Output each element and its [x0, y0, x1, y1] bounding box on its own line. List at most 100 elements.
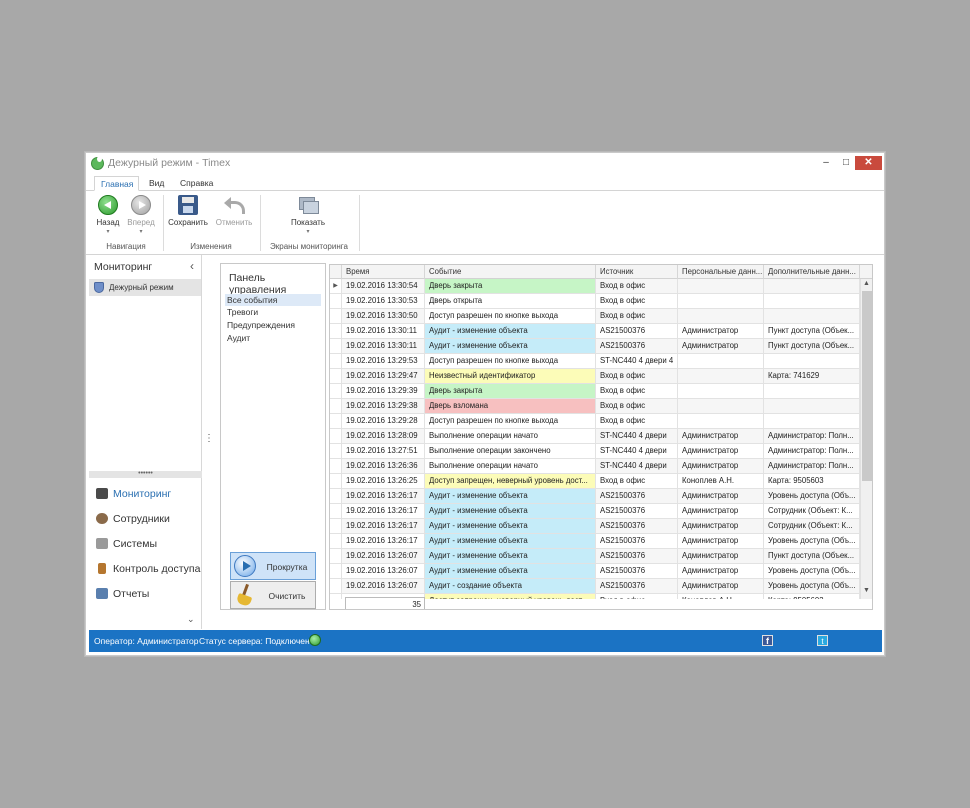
tab-help[interactable]: Справка: [174, 176, 219, 191]
tab-view[interactable]: Вид: [143, 176, 170, 191]
table-cell-personal: Администратор: [678, 504, 764, 518]
maximize-button[interactable]: □: [838, 156, 854, 170]
row-indicator: [330, 474, 342, 488]
table-cell-time: 19.02.2016 13:26:25: [342, 474, 425, 488]
table-row[interactable]: 19.02.2016 13:26:25 Доступ запрещен, неве…: [330, 474, 860, 489]
ribbon: Назад ▾ Вперед ▾ Навигация Сохранить Отм…: [86, 191, 884, 255]
table-row[interactable]: 19.02.2016 13:28:09 Выполнение операции н…: [330, 429, 860, 444]
group-screens-label: Экраны мониторинга: [270, 242, 348, 251]
shield-icon: [94, 282, 104, 293]
column-header-source[interactable]: Источник: [596, 265, 678, 279]
clear-button[interactable]: Очистить: [230, 581, 316, 609]
table-row[interactable]: 19.02.2016 13:29:38 Дверь взломана Вход в …: [330, 399, 860, 414]
table-cell-extra: Карта: 9505603: [764, 474, 860, 488]
table-row[interactable]: 19.02.2016 13:29:28 Доступ разрешен по кн…: [330, 414, 860, 429]
table-row[interactable]: 19.02.2016 13:29:39 Дверь закрыта Вход в о…: [330, 384, 860, 399]
table-cell-source: Вход в офис: [596, 279, 678, 293]
table-cell-event: Доступ разрешен по кнопке выхода: [425, 414, 596, 428]
table-cell-time: 19.02.2016 13:30:54: [342, 279, 425, 293]
column-header-extra[interactable]: Дополнительные данн...: [764, 265, 860, 279]
clear-button-label: Очистить: [268, 591, 306, 601]
filter-alarms[interactable]: Тревоги: [225, 306, 321, 318]
column-header-event[interactable]: Событие: [425, 265, 596, 279]
scroll-up-icon[interactable]: ▲: [863, 280, 870, 287]
door-icon: [98, 563, 106, 574]
column-header-time[interactable]: Время: [342, 265, 425, 279]
scroll-down-icon[interactable]: ▼: [863, 587, 870, 594]
nav-item-label: Сотрудники: [113, 513, 170, 525]
table-cell-event: Выполнение операции начато: [425, 429, 596, 443]
table-row[interactable]: ▶ 19.02.2016 13:30:54 Дверь закрыта Вход в …: [330, 279, 860, 294]
table-cell-time: 19.02.2016 13:29:53: [342, 354, 425, 368]
column-header-personal[interactable]: Персональные данн...: [678, 265, 764, 279]
table-cell-time: 19.02.2016 13:29:38: [342, 399, 425, 413]
table-cell-personal: Администратор: [678, 444, 764, 458]
facebook-icon[interactable]: f: [762, 635, 773, 646]
table-row[interactable]: 19.02.2016 13:30:50 Доступ разрешен по кн…: [330, 309, 860, 324]
filter-all-events[interactable]: Все события: [225, 294, 321, 306]
scroll-button[interactable]: Прокрутка: [230, 552, 316, 580]
table-cell-event: Аудит - изменение объекта: [425, 504, 596, 518]
table-cell-time: 19.02.2016 13:30:53: [342, 294, 425, 308]
table-cell-source: ST-NC440 4 двери: [596, 459, 678, 473]
table-row[interactable]: 19.02.2016 13:26:17 Аудит - изменение объ…: [330, 534, 860, 549]
show-button[interactable]: Показать ▾: [288, 195, 328, 235]
collapse-chevron-icon[interactable]: ‹: [190, 259, 194, 273]
table-row[interactable]: 19.02.2016 13:29:47 Неизвестный идентифик…: [330, 369, 860, 384]
table-row[interactable]: 19.02.2016 13:26:17 Аудит - изменение объ…: [330, 519, 860, 534]
minimize-button[interactable]: –: [818, 156, 834, 170]
row-indicator: [330, 489, 342, 503]
table-row[interactable]: 19.02.2016 13:26:07 Аудит - изменение объ…: [330, 549, 860, 564]
save-button[interactable]: Сохранить: [168, 195, 208, 227]
grid-header: Время Событие Источник Персональные данн…: [330, 265, 872, 279]
table-row[interactable]: 19.02.2016 13:26:07 Аудит - создание объе…: [330, 579, 860, 594]
nav-item-label: Системы: [113, 538, 157, 550]
control-panel-title: Панель управления: [229, 272, 287, 296]
broom-icon: [234, 584, 256, 606]
table-cell-time: 19.02.2016 13:26:07: [342, 579, 425, 593]
table-row[interactable]: 19.02.2016 13:26:07 Аудит - изменение объ…: [330, 564, 860, 579]
table-cell-extra: Сотрудник (Объект: К...: [764, 504, 860, 518]
table-cell-event: Аудит - создание объекта: [425, 579, 596, 593]
table-row[interactable]: 19.02.2016 13:26:36 Выполнение операции н…: [330, 459, 860, 474]
table-row[interactable]: 19.02.2016 13:27:51 Выполнение операции з…: [330, 444, 860, 459]
splitter-grip-icon[interactable]: ⋮: [204, 434, 214, 444]
undo-button[interactable]: Отменить: [214, 195, 254, 227]
tab-home[interactable]: Главная: [94, 176, 139, 191]
filter-audit[interactable]: Аудит: [225, 332, 321, 344]
table-cell-event: Дверь закрыта: [425, 279, 596, 293]
back-button[interactable]: Назад ▾: [95, 195, 121, 235]
chevron-down-icon[interactable]: ⌄: [187, 614, 195, 625]
table-cell-time: 19.02.2016 13:26:17: [342, 534, 425, 548]
table-cell-extra: Администратор: Полн...: [764, 444, 860, 458]
table-cell-time: 19.02.2016 13:28:09: [342, 429, 425, 443]
grid-vertical-scrollbar[interactable]: ▲ ▼: [860, 279, 872, 599]
scrollbar-thumb[interactable]: [862, 291, 872, 481]
nav-item-label: Контроль доступа: [113, 563, 201, 575]
control-panel: Панель управления Все события Тревоги Пр…: [220, 263, 326, 610]
tree-item-duty-mode[interactable]: Дежурный режим: [89, 279, 201, 296]
table-row[interactable]: 19.02.2016 13:30:53 Дверь открыта Вход в о…: [330, 294, 860, 309]
report-icon: [96, 588, 108, 599]
table-cell-time: 19.02.2016 13:30:11: [342, 324, 425, 338]
arrow-right-icon: [131, 195, 151, 215]
table-row[interactable]: 19.02.2016 13:26:17 Аудит - изменение объ…: [330, 504, 860, 519]
panel-splitter[interactable]: ••••••: [89, 470, 202, 478]
forward-button[interactable]: Вперед ▾: [126, 195, 156, 235]
row-indicator: [330, 504, 342, 518]
table-cell-time: 19.02.2016 13:26:17: [342, 489, 425, 503]
table-cell-event: Аудит - изменение объекта: [425, 534, 596, 548]
table-row[interactable]: 19.02.2016 13:30:11 Аудит - изменение объ…: [330, 324, 860, 339]
twitter-icon[interactable]: t: [817, 635, 828, 646]
events-grid: Время Событие Источник Персональные данн…: [329, 264, 873, 610]
table-cell-event: Доступ разрешен по кнопке выхода: [425, 354, 596, 368]
row-indicator: [330, 459, 342, 473]
table-row[interactable]: 19.02.2016 13:26:17 Аудит - изменение объ…: [330, 489, 860, 504]
table-row[interactable]: 19.02.2016 13:29:53 Доступ разрешен по кн…: [330, 354, 860, 369]
table-row[interactable]: 19.02.2016 13:30:11 Аудит - изменение объ…: [330, 339, 860, 354]
row-indicator: [330, 519, 342, 533]
table-cell-event: Аудит - изменение объекта: [425, 564, 596, 578]
close-button[interactable]: ✕: [855, 156, 882, 170]
filter-warnings[interactable]: Предупреждения: [225, 319, 321, 331]
table-cell-source: AS21500376: [596, 564, 678, 578]
